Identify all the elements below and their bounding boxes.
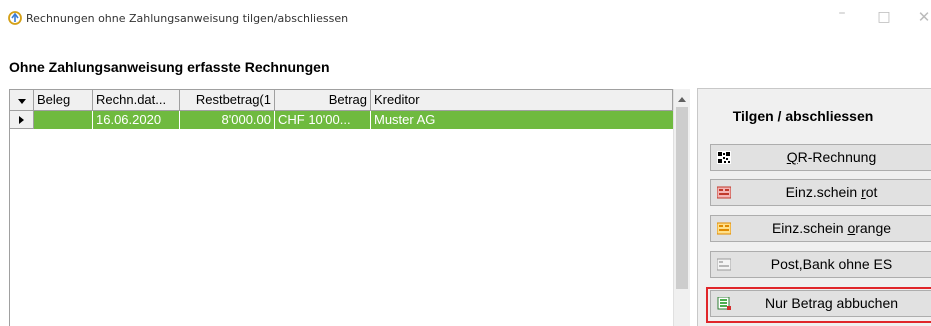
einzahlungsschein-rot-label-pre: Einz.schein: [785, 184, 862, 200]
grid-menu-button[interactable]: [10, 90, 34, 111]
cell-kreditor[interactable]: Muster AG: [371, 111, 673, 129]
orange-slip-icon: [717, 222, 731, 235]
column-header-rechn-dat[interactable]: Rechn.dat...: [93, 90, 180, 111]
einzahlungsschein-orange-label-pre: Einz.schein: [771, 220, 848, 236]
column-header-betrag[interactable]: Betrag: [275, 90, 371, 111]
einzahlungsschein-rot-button[interactable]: Einz.schein rot: [710, 179, 931, 206]
qr-rechnung-label-post: R-Rechnung: [797, 149, 877, 165]
section-heading: Ohne Zahlungsanweisung erfasste Rechnung…: [9, 59, 330, 75]
title-bar: Rechnungen ohne Zahlungsanweisung tilgen…: [0, 0, 931, 34]
cell-rechn-dat[interactable]: 16.06.2020: [93, 111, 180, 129]
grid-header: Beleg Rechn.dat... Restbetrag(1 Betrag K…: [10, 90, 673, 111]
red-slip-icon: [717, 186, 731, 199]
app-icon: [8, 11, 22, 25]
post-bank-ohne-es-button[interactable]: Post,Bank ohne ES: [710, 251, 931, 278]
window-title: Rechnungen ohne Zahlungsanweisung tilgen…: [26, 12, 349, 25]
column-header-kreditor[interactable]: Kreditor: [371, 90, 673, 111]
cell-beleg[interactable]: [34, 111, 93, 129]
einzahlungsschein-orange-label: Einz.schein orange: [745, 216, 931, 241]
highlight-frame: [706, 287, 931, 323]
column-header-beleg[interactable]: Beleg: [34, 90, 93, 111]
einzahlungsschein-orange-label-post: range: [855, 220, 892, 236]
table-row[interactable]: 16.06.2020 8'000.00 CHF 10'00... Muster …: [10, 111, 673, 129]
chevron-down-icon: [17, 99, 26, 104]
einzahlungsschein-rot-label: Einz.schein rot: [745, 180, 931, 205]
panel-title: Tilgen / abschliessen: [732, 108, 874, 124]
scroll-thumb[interactable]: [676, 107, 688, 289]
post-bank-ohne-es-label: Post,Bank ohne ES: [770, 256, 893, 272]
einzahlungsschein-orange-button[interactable]: Einz.schein orange: [710, 215, 931, 242]
chevron-up-icon: [678, 97, 686, 102]
qr-rechnung-accesskey: Q: [786, 149, 798, 165]
grid-scrollbar[interactable]: [673, 89, 690, 326]
maximize-icon[interactable]: □: [874, 9, 894, 25]
qr-code-icon: [717, 151, 731, 164]
cell-betrag[interactable]: CHF 10'00...: [275, 111, 371, 129]
qr-rechnung-button[interactable]: QR-Rechnung: [710, 144, 931, 171]
invoice-grid[interactable]: Beleg Rechn.dat... Restbetrag(1 Betrag K…: [9, 89, 690, 326]
minimize-icon[interactable]: –: [832, 5, 852, 21]
grey-slip-icon: [717, 258, 731, 271]
scroll-up-button[interactable]: [674, 89, 690, 106]
column-header-restbetrag[interactable]: Restbetrag(1: [180, 90, 275, 111]
row-selector[interactable]: [10, 111, 34, 129]
close-icon[interactable]: ✕: [914, 8, 931, 26]
cell-restbetrag[interactable]: 8'000.00: [180, 111, 275, 129]
current-row-icon: [19, 116, 24, 124]
einzahlungsschein-rot-label-post: ot: [865, 184, 878, 200]
qr-rechnung-label: QR-Rechnung: [745, 145, 931, 170]
